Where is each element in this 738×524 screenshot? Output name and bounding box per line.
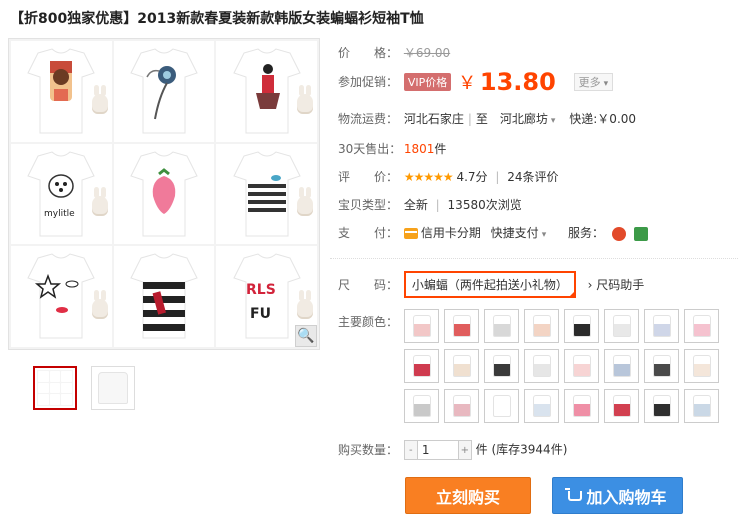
toy-bunny <box>296 84 313 114</box>
product-variant-image <box>113 246 215 347</box>
ship-to-selector[interactable]: 至 河北廊坊 <box>476 112 548 126</box>
add-to-cart-button[interactable]: 加入购物车 <box>552 477 683 514</box>
color-swatch[interactable] <box>484 349 519 383</box>
product-variant-image <box>216 41 317 142</box>
color-swatch[interactable] <box>564 349 599 383</box>
color-swatch[interactable] <box>444 349 479 383</box>
product-variant-image <box>11 41 112 142</box>
color-swatch[interactable] <box>524 349 559 383</box>
section-divider <box>330 258 738 259</box>
product-variant-image <box>113 143 215 245</box>
sold-count: 1801 <box>403 142 435 156</box>
color-swatch[interactable] <box>564 309 599 343</box>
main-product-image[interactable]: mylitle RLS FU 🔍 <box>8 38 320 350</box>
color-swatch[interactable] <box>404 309 439 343</box>
quick-pay[interactable]: 快捷支付 <box>491 226 539 240</box>
color-swatch[interactable] <box>444 309 479 343</box>
color-swatch[interactable] <box>644 389 679 423</box>
color-swatch[interactable] <box>524 389 559 423</box>
buy-now-label: 立刻购买 <box>435 487 500 507</box>
color-options <box>404 309 719 423</box>
quantity-label: 购买数量： <box>338 442 399 457</box>
toy-bunny <box>91 187 108 217</box>
quantity-stepper: - + <box>403 440 472 460</box>
color-label: 主要颜色： <box>338 315 399 329</box>
color-swatch[interactable] <box>684 309 719 343</box>
quantity-decrease-button[interactable]: - <box>403 440 418 460</box>
color-swatch[interactable] <box>644 309 679 343</box>
size-help-label: 尺码助手 <box>596 278 645 292</box>
color-swatch[interactable] <box>684 389 719 423</box>
product-variant-image <box>113 41 215 142</box>
promo-label: 参加促销： <box>338 74 399 89</box>
color-swatch[interactable] <box>484 389 519 423</box>
payment-label: 支 付： <box>338 226 399 240</box>
thumbnail-2[interactable] <box>91 366 135 410</box>
price-label: 价 格： <box>338 46 399 60</box>
stock-info: 件 (库存3944件) <box>475 442 568 457</box>
product-title: 【折800独家优惠】2013新款春夏装新款韩版女装蝙蝠衫短袖T恤 <box>10 11 424 27</box>
original-price: ￥69.00 <box>403 46 451 60</box>
quantity-input[interactable] <box>417 440 458 460</box>
chevron-down-icon: ▾ <box>550 116 556 126</box>
credit-card-icon <box>403 228 418 239</box>
color-swatch[interactable] <box>484 309 519 343</box>
service-guarantee-icon[interactable] <box>611 226 626 241</box>
buy-now-button[interactable]: 立刻购买 <box>405 477 531 514</box>
chevron-down-icon: ▾ <box>541 230 547 240</box>
rating-label: 评 价： <box>338 170 399 184</box>
thumbnail-1[interactable] <box>33 366 77 410</box>
currency-symbol: ￥ <box>458 73 477 94</box>
toy-bunny <box>91 84 108 114</box>
color-swatch[interactable] <box>604 349 639 383</box>
quantity-increase-button[interactable]: + <box>457 440 472 460</box>
more-promo-button[interactable]: 更多 ▾ <box>573 73 614 91</box>
sold-label: 30天售出： <box>338 142 402 156</box>
color-swatch[interactable] <box>604 389 639 423</box>
promo-price: 13.80 <box>479 68 556 96</box>
rating-score: 4.7分 <box>456 170 488 184</box>
chevron-down-icon: ▾ <box>603 79 609 89</box>
color-swatch[interactable] <box>404 349 439 383</box>
view-count: 13580次浏览 <box>447 198 522 212</box>
vip-badge: VIP价格 <box>403 73 452 91</box>
size-option-selected[interactable]: 小蝙蝠（两件起拍送小礼物） <box>403 271 576 298</box>
credit-installment[interactable]: 信用卡分期 <box>421 226 481 240</box>
condition-type: 全新 <box>403 198 428 212</box>
size-label: 尺 码： <box>338 278 399 292</box>
ship-from: 河北石家庄 <box>403 112 464 126</box>
rating-stars: ★★★★★ <box>403 170 454 184</box>
sold-unit: 件 <box>434 142 447 156</box>
service-badge-icon[interactable] <box>633 226 648 241</box>
color-swatch[interactable] <box>404 389 439 423</box>
svg-text:FU: FU <box>250 306 271 322</box>
product-variant-image <box>216 143 317 245</box>
size-help-link[interactable]: › 尺码助手 <box>588 278 645 292</box>
cart-icon <box>565 487 583 501</box>
color-swatch[interactable] <box>604 309 639 343</box>
add-to-cart-label: 加入购物车 <box>586 487 667 507</box>
svg-text:RLS: RLS <box>246 282 276 298</box>
toy-bunny <box>296 187 313 217</box>
service-label: 服务： <box>568 226 605 240</box>
shipping-label: 物流运费： <box>338 112 399 126</box>
product-variant-image: mylitle <box>11 143 112 245</box>
svg-text:mylitle: mylitle <box>44 209 75 219</box>
color-swatch[interactable] <box>524 309 559 343</box>
product-variant-image <box>11 246 112 347</box>
color-swatch[interactable] <box>564 389 599 423</box>
express-fee: 快递:￥0.00 <box>569 112 637 126</box>
magnifier-icon[interactable]: 🔍 <box>295 325 317 347</box>
color-swatch[interactable] <box>684 349 719 383</box>
color-swatch[interactable] <box>444 389 479 423</box>
color-swatch[interactable] <box>644 349 679 383</box>
reviews-link[interactable]: 24条评价 <box>507 170 558 184</box>
condition-label: 宝贝类型： <box>338 198 399 212</box>
toy-bunny <box>91 289 108 319</box>
more-promo-label: 更多 <box>578 76 601 89</box>
toy-bunny <box>296 289 313 319</box>
